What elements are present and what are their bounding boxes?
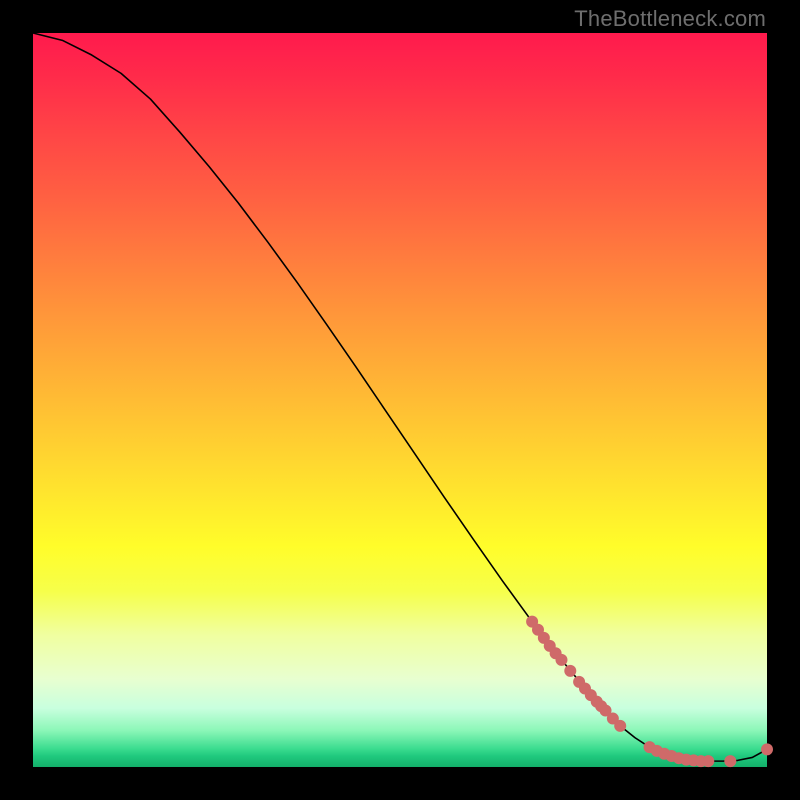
- data-point: [565, 665, 576, 676]
- plot-area: [33, 33, 767, 767]
- data-point: [556, 654, 567, 665]
- bottleneck-curve: [33, 33, 767, 761]
- data-point: [703, 756, 714, 767]
- data-point: [615, 720, 626, 731]
- chart-overlay: [33, 33, 767, 767]
- data-points: [527, 616, 773, 766]
- watermark-text: TheBottleneck.com: [574, 6, 766, 32]
- chart-frame: TheBottleneck.com: [0, 0, 800, 800]
- data-point: [725, 756, 736, 767]
- data-point: [762, 744, 773, 755]
